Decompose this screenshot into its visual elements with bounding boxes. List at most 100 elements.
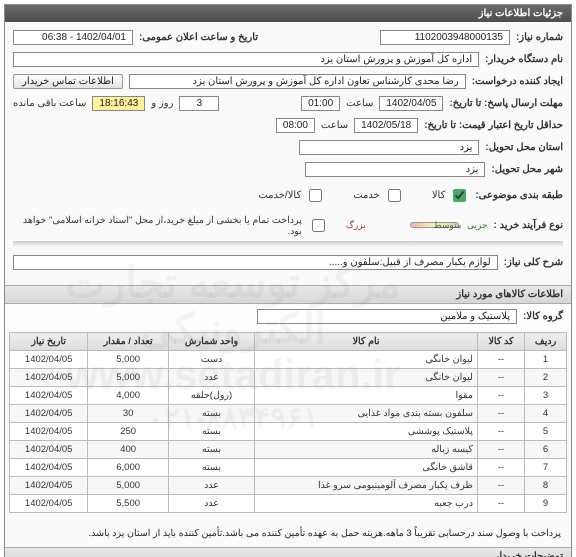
cell-date: 1402/04/05 bbox=[10, 477, 88, 495]
announce-label: تاریخ و ساعت اعلان عمومی: bbox=[139, 32, 258, 43]
cell-date: 1402/04/05 bbox=[10, 441, 88, 459]
cell-row: 8 bbox=[525, 477, 567, 495]
cb-good-input[interactable] bbox=[453, 189, 466, 202]
req-no-value: 1102003948000135 bbox=[380, 30, 510, 45]
cell-row: 1 bbox=[525, 351, 567, 369]
cell-unit: بسته bbox=[168, 459, 254, 477]
requester-label: ایجاد کننده درخواست: bbox=[472, 76, 563, 87]
buyer-value: اداره کل آموزش و پرورش استان یزد bbox=[13, 52, 479, 67]
cell-unit: بسته bbox=[168, 423, 254, 441]
cell-name: مقوا bbox=[255, 387, 478, 405]
slider-small: جزیی bbox=[467, 220, 488, 231]
cell-date: 1402/04/05 bbox=[10, 369, 88, 387]
slider-mid: متوسط bbox=[433, 220, 461, 231]
cell-unit: عدد bbox=[168, 369, 254, 387]
table-header-row: ردیف کد کالا نام کالا واحد شمارش تعداد /… bbox=[10, 333, 567, 351]
cell-code: -- bbox=[477, 441, 524, 459]
cb-good[interactable]: کالا bbox=[432, 186, 470, 205]
cell-qty: 30 bbox=[88, 405, 169, 423]
city-label: شهر محل تحویل: bbox=[491, 164, 563, 175]
cell-code: -- bbox=[477, 459, 524, 477]
cell-date: 1402/04/05 bbox=[10, 423, 88, 441]
saat-label-1: ساعت bbox=[346, 98, 373, 109]
th-unit: واحد شمارش bbox=[168, 333, 254, 351]
cb-service[interactable]: خدمت bbox=[353, 186, 404, 205]
slider-big: بزرگ bbox=[346, 220, 366, 231]
table-row[interactable]: 6--کیسه زبالهبسته4001402/04/05 bbox=[10, 441, 567, 459]
validity-date: 1402/05/18 bbox=[354, 118, 418, 133]
summary-label: شرح کلی نیاز: bbox=[504, 257, 563, 268]
table-row[interactable]: 5--پلاستیک پوششیبسته2501402/04/05 bbox=[10, 423, 567, 441]
validity-label: حداقل تاریخ اعتبار قیمت: تا تاریخ: bbox=[424, 120, 563, 131]
group-row: گروه کالا: پلاستیک و ملامین bbox=[5, 304, 571, 329]
cell-row: 5 bbox=[525, 423, 567, 441]
cell-name: پلاستیک پوششی bbox=[255, 423, 478, 441]
group-value: پلاستیک و ملامین bbox=[257, 309, 517, 324]
rooz-label: روز و bbox=[151, 98, 173, 109]
form-area: شماره نیاز: 1102003948000135 تاریخ و ساع… bbox=[5, 22, 571, 285]
cell-unit: دست bbox=[168, 351, 254, 369]
cell-name: ظرف یکبار مصرف آلومینیومی سرو غذا bbox=[255, 477, 478, 495]
saat-label-2: ساعت bbox=[321, 120, 348, 131]
cell-code: -- bbox=[477, 423, 524, 441]
cell-qty: 250 bbox=[88, 423, 169, 441]
cell-unit: عدد bbox=[168, 477, 254, 495]
cell-code: -- bbox=[477, 387, 524, 405]
remaining-time: 18:16:43 bbox=[92, 96, 145, 111]
cell-code: -- bbox=[477, 351, 524, 369]
cell-code: -- bbox=[477, 369, 524, 387]
cell-qty: 400 bbox=[88, 441, 169, 459]
buyer-label: نام دستگاه خریدار: bbox=[485, 54, 563, 65]
cell-code: -- bbox=[477, 405, 524, 423]
cell-code: -- bbox=[477, 495, 524, 513]
table-row[interactable]: 2--لیوان خانگیعدد5,0001402/04/05 bbox=[10, 369, 567, 387]
validity-time: 08:00 bbox=[276, 118, 315, 133]
cb-payment-note[interactable]: پرداخت تمام یا بخشی از مبلغ خرید،از محل … bbox=[13, 213, 328, 237]
contact-buyer-button[interactable]: اطلاعات تماس خریدار bbox=[13, 74, 123, 89]
footer-title: توضیحات خریدار bbox=[5, 547, 571, 557]
cell-row: 6 bbox=[525, 441, 567, 459]
cell-name: قاشق خانگی bbox=[255, 459, 478, 477]
deadline-label: مهلت ارسال پاسخ: تا تاریخ: bbox=[449, 98, 563, 109]
th-row: ردیف bbox=[525, 333, 567, 351]
cb-payment-note-input[interactable] bbox=[312, 219, 325, 232]
payment-note: پرداخت تمام یا بخشی از مبلغ خرید،از محل … bbox=[13, 213, 304, 237]
city-value: یزد bbox=[305, 162, 485, 177]
cell-qty: 6,000 bbox=[88, 459, 169, 477]
cell-qty: 5,000 bbox=[88, 351, 169, 369]
table-row[interactable]: 7--قاشق خانگیبسته6,0001402/04/05 bbox=[10, 459, 567, 477]
req-no-label: شماره نیاز: bbox=[516, 32, 563, 43]
bottom-note: پرداخت با وصول سند درحسابی تقریباً 3 ماه… bbox=[5, 521, 571, 547]
province-label: استان محل تحویل: bbox=[485, 142, 563, 153]
remaining-days: 3 bbox=[179, 96, 219, 111]
panel-title: جزئیات اطلاعات نیاز bbox=[5, 5, 571, 22]
th-qty: تعداد / مقدار bbox=[88, 333, 169, 351]
summary-value: لوازم یکبار مصرف از قبیل:سلفون و..... bbox=[13, 255, 498, 270]
table-row[interactable]: 9--درب جعبهعدد5,5001402/04/05 bbox=[10, 495, 567, 513]
cb-service-input[interactable] bbox=[388, 189, 401, 202]
th-name: نام کالا bbox=[255, 333, 478, 351]
topic-checkboxes: کالا خدمت کالا/خدمت bbox=[258, 186, 469, 205]
th-code: کد کالا bbox=[477, 333, 524, 351]
requester-value: رضا محدی کارشناس تعاون اداره کل آموزش و … bbox=[129, 74, 466, 89]
cell-name: سلفون بسته بندی مواد غذایی bbox=[255, 405, 478, 423]
table-row[interactable]: 4--سلفون بسته بندی مواد غذاییبسته301402/… bbox=[10, 405, 567, 423]
table-row[interactable]: 1--لیوان خانگیدست5,0001402/04/05 bbox=[10, 351, 567, 369]
items-table: ردیف کد کالا نام کالا واحد شمارش تعداد /… bbox=[9, 332, 567, 513]
cell-unit: بسته bbox=[168, 441, 254, 459]
cell-row: 3 bbox=[525, 387, 567, 405]
process-label: نوع فرآیند خرید : bbox=[494, 220, 563, 231]
cell-qty: 5,000 bbox=[88, 477, 169, 495]
cell-date: 1402/04/05 bbox=[10, 351, 88, 369]
items-section-title: اطلاعات کالاهای مورد نیاز bbox=[5, 285, 571, 304]
cell-date: 1402/04/05 bbox=[10, 387, 88, 405]
table-row[interactable]: 3--مقوا(رول)حلقه4,0001402/04/05 bbox=[10, 387, 567, 405]
table-row[interactable]: 8--ظرف یکبار مصرف آلومینیومی سرو غذاعدد5… bbox=[10, 477, 567, 495]
cell-row: 4 bbox=[525, 405, 567, 423]
cb-good-service-input[interactable] bbox=[309, 189, 322, 202]
cell-name: کیسه زباله bbox=[255, 441, 478, 459]
province-value: یزد bbox=[299, 140, 479, 155]
cell-qty: 4,000 bbox=[88, 387, 169, 405]
cb-good-service[interactable]: کالا/خدمت bbox=[258, 186, 325, 205]
cell-row: 7 bbox=[525, 459, 567, 477]
